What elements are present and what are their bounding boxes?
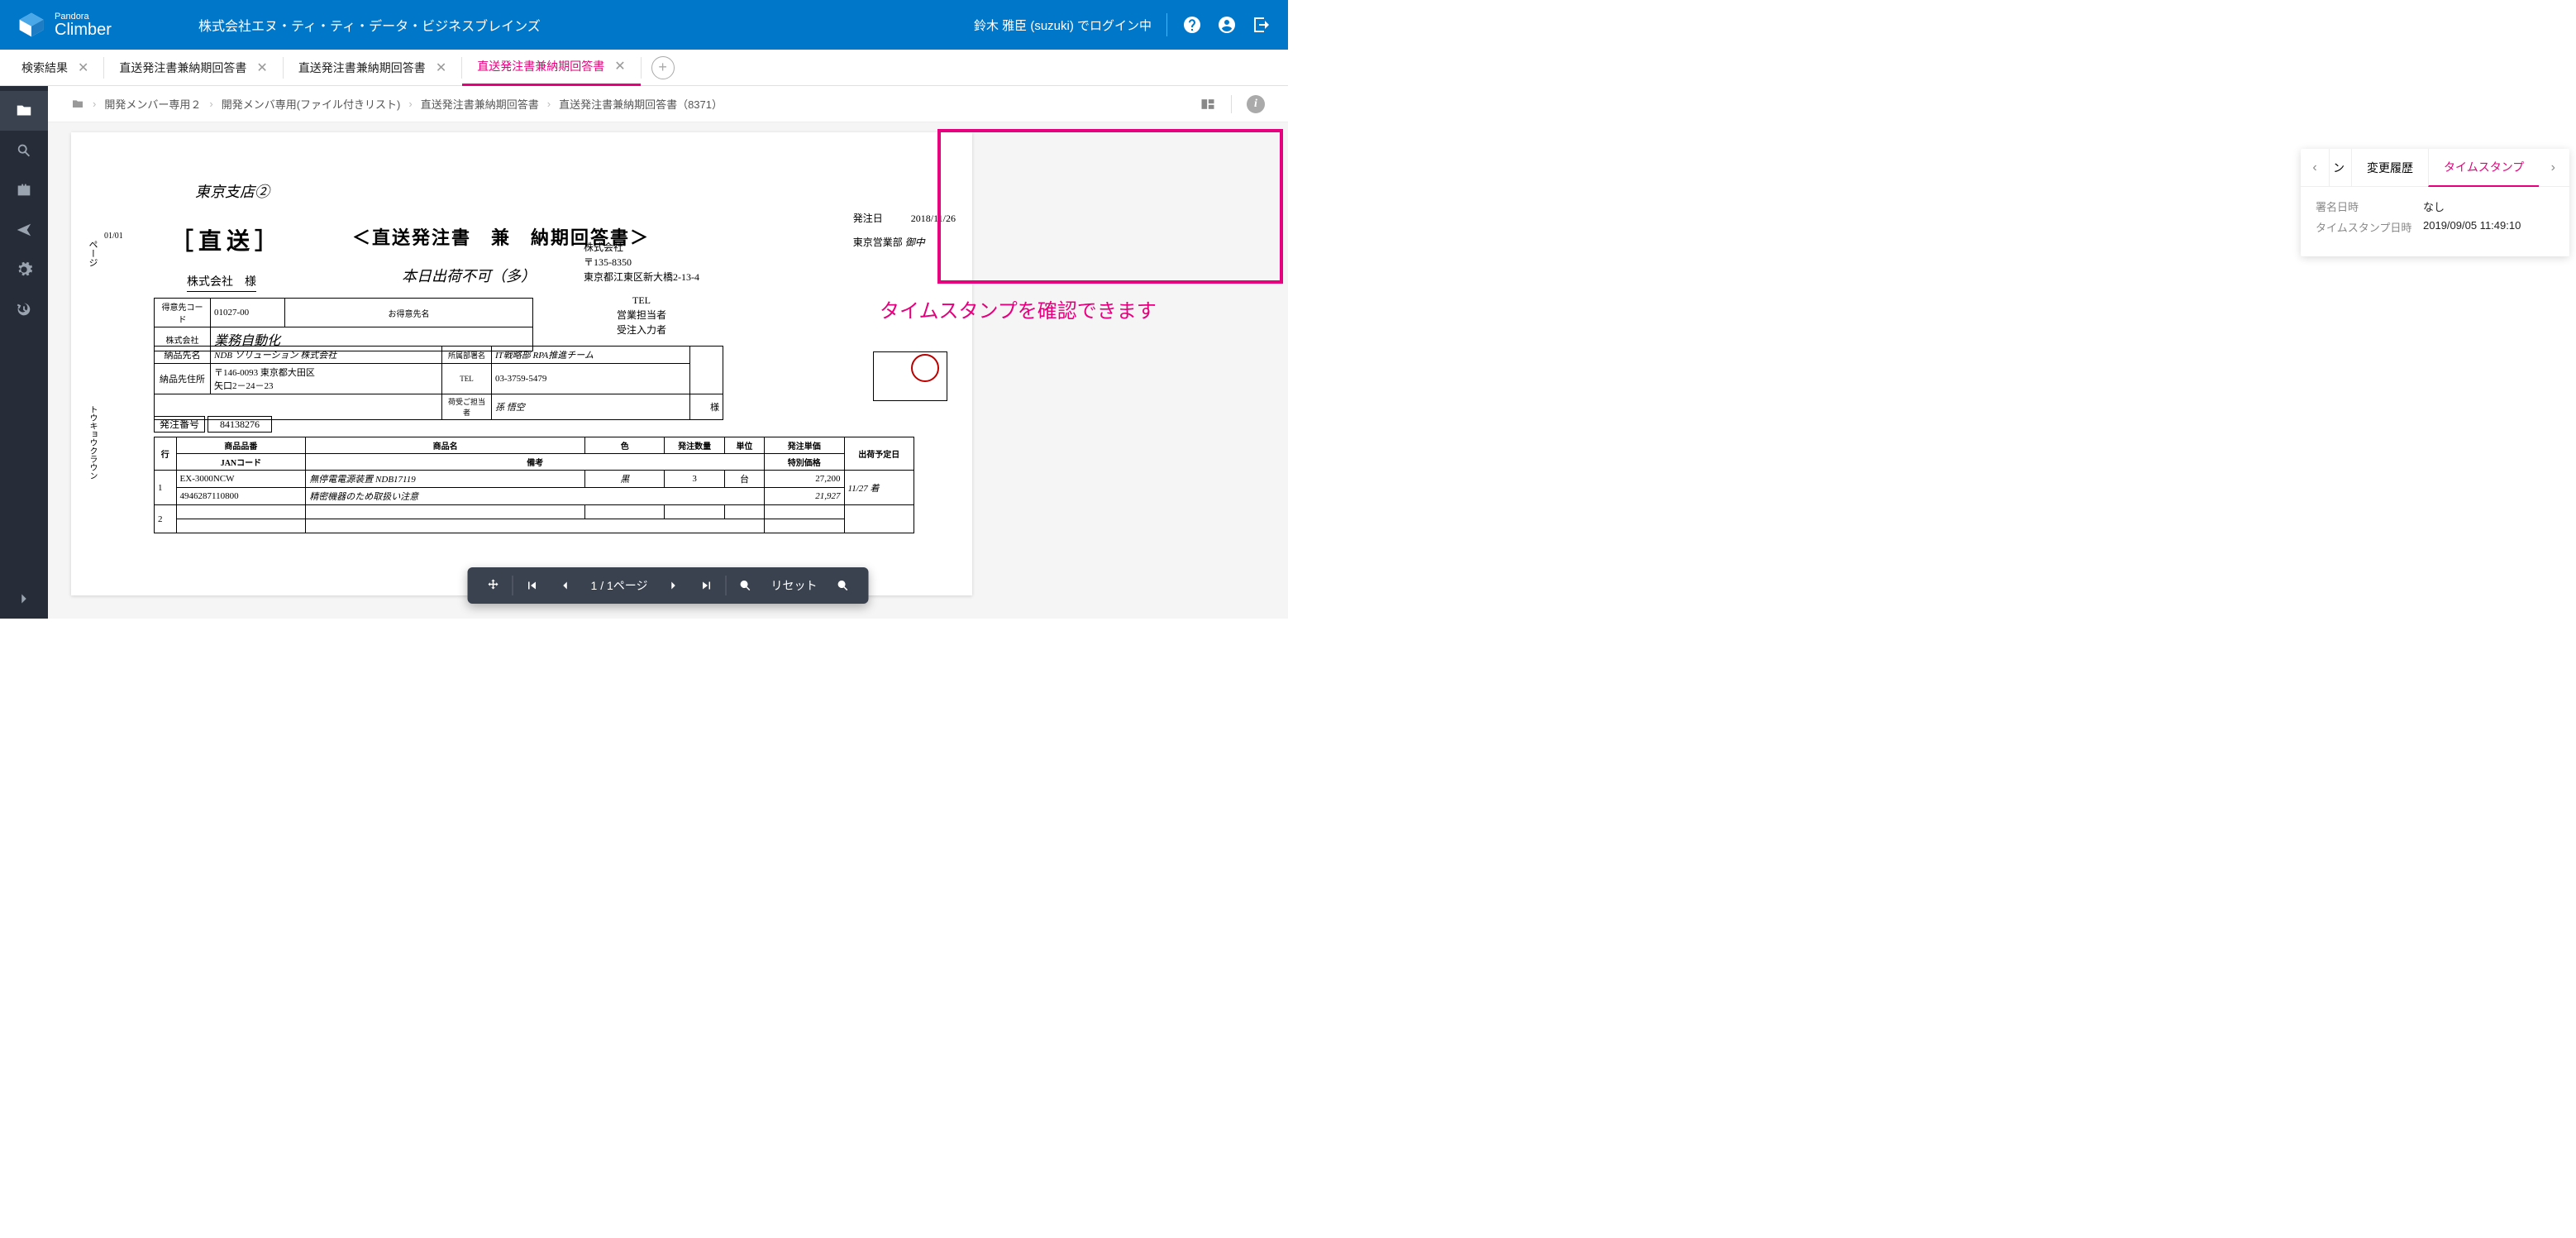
sidebar-search[interactable]	[0, 131, 48, 170]
tab-bar: 検索結果 ✕ 直送発注書兼納期回答書 ✕ 直送発注書兼納期回答書 ✕ 直送発注書…	[0, 50, 1288, 86]
add-tab-button[interactable]: +	[651, 56, 675, 79]
timestamp-value: 2019/09/05 11:49:10	[2423, 219, 2521, 235]
doc-company: 株式会社 様	[187, 273, 256, 292]
left-sidebar	[0, 86, 48, 619]
divider	[1166, 13, 1167, 36]
close-icon[interactable]: ✕	[78, 60, 88, 76]
logout-icon[interactable]	[1252, 15, 1271, 35]
close-icon[interactable]: ✕	[256, 60, 267, 76]
sidebar-folder[interactable]	[0, 91, 48, 131]
sidebar-briefcase[interactable]	[0, 170, 48, 210]
doc-side-label: ページ	[86, 240, 99, 267]
sign-date-value: なし	[2423, 198, 2445, 214]
prev-page-icon[interactable]	[551, 571, 580, 600]
doc-side-text: トウキョウクラウン	[86, 405, 98, 480]
next-page-icon[interactable]	[659, 571, 687, 600]
doc-customer-table: 得意先コード01027-00お得意先名 株式会社業務自動化	[154, 298, 533, 351]
last-page-icon[interactable]	[692, 571, 720, 600]
panel-body: 署名日時 なし タイムスタンプ日時 2019/09/05 11:49:10	[2301, 187, 2569, 256]
tab-document-3[interactable]: 直送発注書兼納期回答書 ✕	[462, 50, 640, 86]
document-viewer: ページ 01/01 トウキョウクラウン 東京支店② ［直送］ ＜直送発注書 兼 …	[48, 122, 1288, 619]
reset-button[interactable]: リセット	[764, 577, 823, 594]
logo-area: Pandora Climber	[17, 10, 174, 40]
doc-order-date: 発注日2018/11/26 東京営業部 御中	[853, 211, 956, 251]
move-icon[interactable]	[479, 571, 508, 600]
doc-delivery-table: 納品先名 NDB ソリューション 株式会社 所属部署名 IT戦略部 RPA推進チ…	[154, 346, 723, 420]
page-indicator: 1 / 1ページ	[584, 577, 655, 594]
doc-order-table: 行 商品品番 商品名 色 発注数量 単位 発注単価 出荷予定日 JANコード 備…	[154, 437, 914, 533]
login-user: 鈴木 雅臣 (suzuki) でログイン中	[974, 17, 1152, 34]
tab-document-1[interactable]: 直送発注書兼納期回答書 ✕	[104, 50, 282, 86]
help-icon[interactable]	[1182, 15, 1202, 35]
main-area: › 開発メンバー専用２ › 開発メンバ専用(ファイル付きリスト) › 直送発注書…	[0, 86, 1288, 619]
first-page-icon[interactable]	[518, 571, 546, 600]
order-no-value: 84138276	[208, 416, 272, 433]
zoom-in-icon[interactable]	[828, 571, 856, 600]
crumb-4[interactable]: 直送発注書兼納期回答書（8371）	[559, 96, 723, 112]
tab-label: 直送発注書兼納期回答書	[477, 58, 604, 74]
breadcrumb-actions: i	[1200, 95, 1265, 113]
crumb-3[interactable]: 直送発注書兼納期回答書	[421, 96, 539, 112]
annotation-text: タイムスタンプを確認できます	[880, 294, 1157, 323]
panel-tab-timestamp[interactable]: タイムスタンプ	[2428, 149, 2539, 187]
logo-text: Pandora Climber	[55, 12, 112, 38]
tab-label: 検索結果	[21, 60, 68, 76]
sign-date-label: 署名日時	[2316, 198, 2423, 214]
timestamp-label: タイムスタンプ日時	[2316, 219, 2423, 235]
tab-label: 直送発注書兼納期回答書	[298, 60, 426, 76]
zoom-out-icon[interactable]	[731, 571, 759, 600]
order-no-label: 発注番号	[154, 416, 205, 433]
app-header: Pandora Climber 株式会社エヌ・ティ・ティ・データ・ビジネスブレイ…	[0, 0, 1288, 50]
content-area: › 開発メンバー専用２ › 開発メンバ専用(ファイル付きリスト) › 直送発注書…	[48, 86, 1288, 619]
sidebar-settings[interactable]	[0, 250, 48, 289]
doc-note-hand: 本日出荷不可（多）	[402, 265, 536, 286]
breadcrumb: › 開発メンバー専用２ › 開発メンバ専用(ファイル付きリスト) › 直送発注書…	[48, 86, 1288, 122]
doc-issuer-block: 株式会社 〒135-8350 東京都江東区新大橋2-13-4 TEL 営業担当者…	[584, 240, 699, 337]
close-icon[interactable]: ✕	[614, 58, 625, 74]
tab-label: 直送発注書兼納期回答書	[119, 60, 246, 76]
panel-tab-history[interactable]: 変更履歴	[2351, 149, 2428, 187]
tenant-name: 株式会社エヌ・ティ・ティ・データ・ビジネスブレインズ	[198, 15, 541, 35]
document-page: ページ 01/01 トウキョウクラウン 東京支店② ［直送］ ＜直送発注書 兼 …	[71, 132, 972, 595]
header-right: 鈴木 雅臣 (suzuki) でログイン中	[974, 13, 1271, 36]
crumb-2[interactable]: 開発メンバ専用(ファイル付きリスト)	[222, 96, 401, 112]
layout-icon[interactable]	[1200, 96, 1216, 112]
info-icon[interactable]: i	[1247, 95, 1265, 113]
close-icon[interactable]: ✕	[436, 60, 446, 76]
tab-document-2[interactable]: 直送発注書兼納期回答書 ✕	[284, 50, 461, 86]
doc-branch-hand: 東京支店②	[195, 180, 270, 202]
info-side-panel: ‹ ン 変更履歴 タイムスタンプ › 署名日時 なし タイムスタンプ日時 201…	[2301, 149, 2569, 256]
folder-icon	[71, 98, 84, 111]
panel-row-timestamp: タイムスタンプ日時 2019/09/05 11:49:10	[2316, 219, 2555, 235]
account-icon[interactable]	[1217, 15, 1237, 35]
sidebar-history[interactable]	[0, 289, 48, 329]
app-name-small: Pandora	[55, 12, 112, 22]
viewer-toolbar: 1 / 1ページ リセット	[468, 567, 869, 604]
sidebar-expand[interactable]	[0, 579, 48, 619]
panel-next-icon[interactable]: ›	[2539, 149, 2567, 187]
panel-row-sign: 署名日時 なし	[2316, 198, 2555, 214]
doc-stamp-circle	[911, 354, 939, 382]
sidebar-send[interactable]	[0, 210, 48, 250]
panel-prev-icon[interactable]: ‹	[2301, 149, 2329, 187]
doc-page-number: 01/01	[104, 232, 123, 241]
crumb-1[interactable]: 開発メンバー専用２	[104, 96, 201, 112]
tab-search-results[interactable]: 検索結果 ✕	[7, 50, 103, 86]
panel-tab-row: ‹ ン 変更履歴 タイムスタンプ ›	[2301, 149, 2569, 187]
app-name-large: Climber	[55, 22, 112, 38]
doc-box-title: ［直送］	[170, 223, 283, 256]
logo-icon	[17, 10, 46, 40]
panel-tab-partial[interactable]: ン	[2329, 149, 2351, 187]
